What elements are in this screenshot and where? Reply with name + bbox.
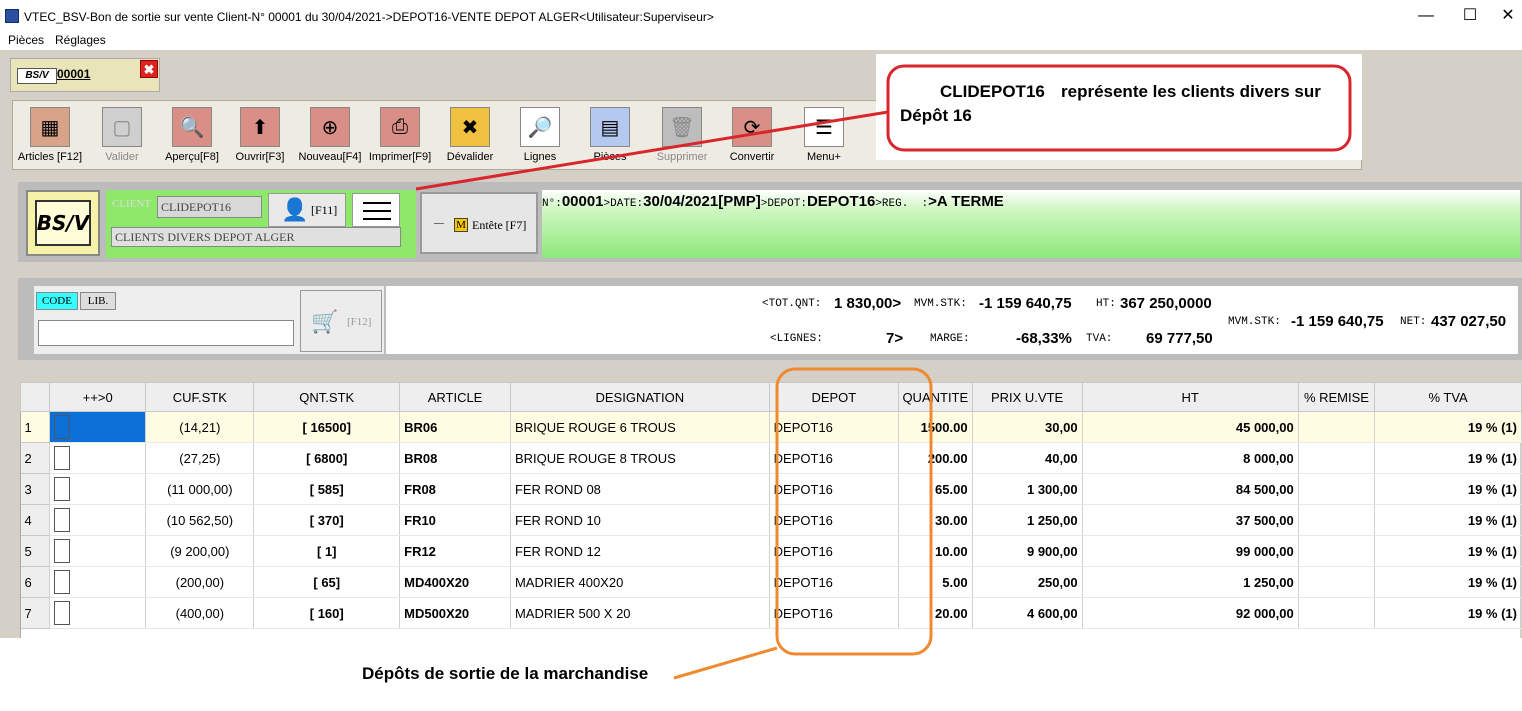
callout-top-text-1: CLIDEPOT16 — [940, 82, 1045, 101]
annotation-overlay — [415, 54, 1362, 680]
callout-top-text-2: représente les clients divers sur — [1061, 82, 1321, 101]
callout-bottom-text: Dépôts de sortie de la marchandise — [362, 664, 649, 683]
callout-top-arrow — [415, 110, 889, 191]
callout-bottom-arrow — [673, 646, 778, 680]
depot-highlight-box — [775, 367, 933, 656]
callout-top-text-3: Dépôt 16 — [900, 106, 972, 125]
